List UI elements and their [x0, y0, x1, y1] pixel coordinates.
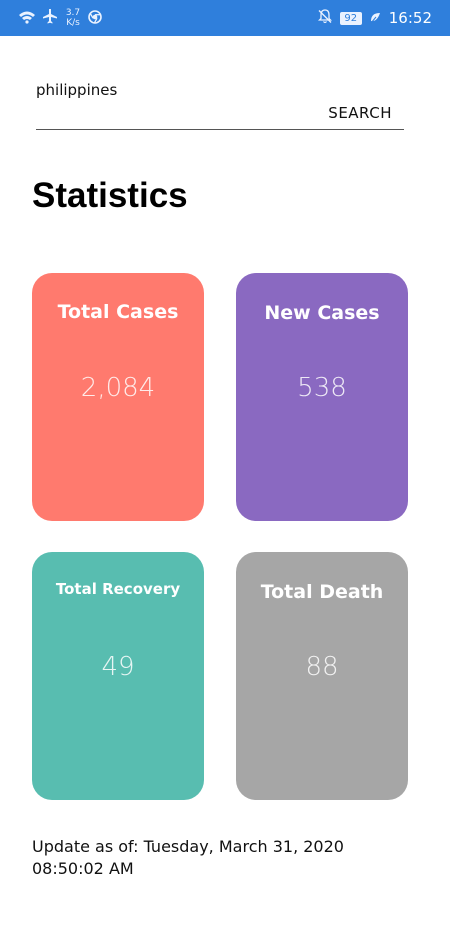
- search-bar: SEARCH: [36, 78, 404, 130]
- new-cases-card: New Cases 538: [236, 273, 408, 521]
- airplane-icon: [42, 8, 58, 28]
- network-speed: 3.7 K/s: [64, 8, 82, 28]
- clock: 16:52: [388, 9, 432, 27]
- chrome-icon: [88, 9, 102, 28]
- mute-icon: [317, 8, 332, 28]
- update-timestamp: Update as of: Tuesday, March 31, 2020 08…: [32, 836, 422, 880]
- total-death-value: 88: [305, 652, 339, 682]
- total-recovery-card: Total Recovery 49: [32, 552, 204, 800]
- total-recovery-label: Total Recovery: [55, 580, 181, 598]
- search-button[interactable]: SEARCH: [328, 104, 392, 122]
- network-speed-unit: K/s: [66, 18, 80, 28]
- total-death-card: Total Death 88: [236, 552, 408, 800]
- new-cases-value: 538: [297, 373, 347, 403]
- total-cases-value: 2,084: [80, 373, 156, 403]
- update-time: 08:50:02 AM: [32, 859, 134, 878]
- status-bar: 3.7 K/s 92 16:52: [0, 0, 450, 36]
- search-input[interactable]: [36, 80, 296, 100]
- page-title: Statistics: [32, 176, 188, 215]
- battery-indicator: 92: [339, 11, 362, 25]
- total-recovery-value: 49: [101, 652, 135, 682]
- status-bar-right: 92 16:52: [317, 6, 432, 30]
- leaf-icon: [370, 9, 381, 28]
- update-label: Update as of: Tuesday, March 31, 2020: [32, 837, 344, 856]
- total-cases-label: Total Cases: [57, 301, 179, 323]
- wifi-icon: [18, 9, 36, 28]
- status-bar-left: 3.7 K/s: [18, 6, 102, 30]
- total-cases-card: Total Cases 2,084: [32, 273, 204, 521]
- new-cases-label: New Cases: [264, 302, 380, 324]
- total-death-label: Total Death: [260, 581, 384, 603]
- network-speed-value: 3.7: [65, 8, 81, 18]
